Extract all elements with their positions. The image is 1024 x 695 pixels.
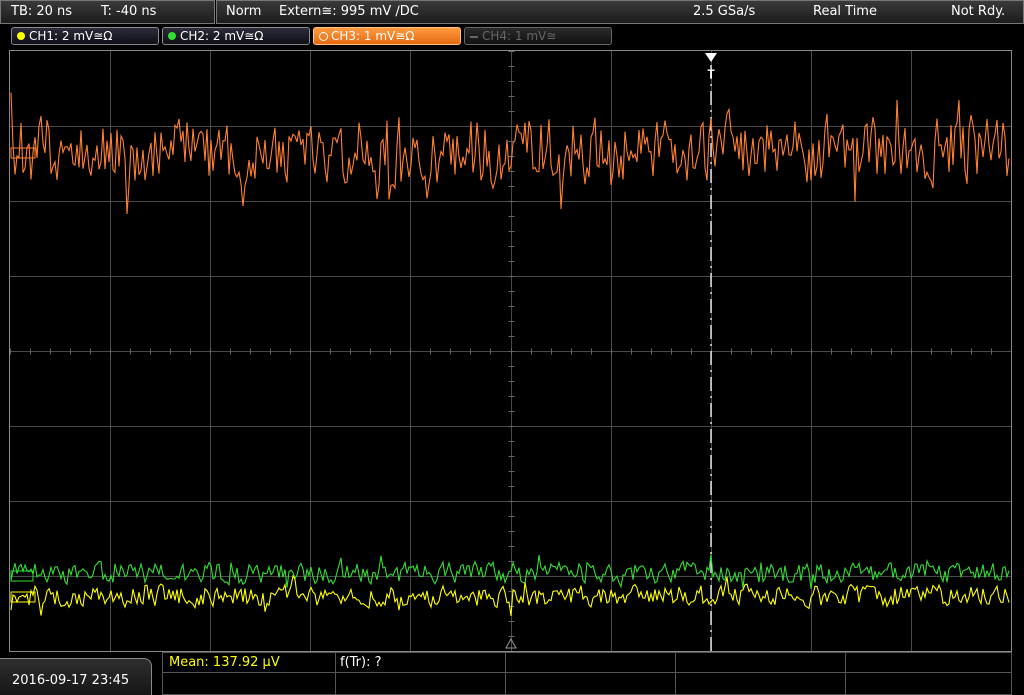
measurement-cell[interactable] [845, 652, 1012, 673]
ch1-waveform [10, 574, 1010, 616]
ch3-button[interactable]: CH3: 1 mV≅Ω [313, 27, 461, 45]
trigger-marker-label: T [707, 67, 715, 81]
ch2-indicator-icon [168, 32, 176, 40]
trigger-source-label: Extern≅: 995 mV ∕DC [279, 4, 419, 19]
waveform-svg: T [10, 51, 1011, 651]
ch4-indicator-icon [470, 36, 478, 38]
ch3-indicator-icon [319, 32, 328, 41]
ch4-label: CH4: 1 mV≅ [482, 29, 557, 43]
ch1-indicator-icon [17, 32, 25, 40]
measurement-cell[interactable]: Mean: 137.92 µV [162, 652, 336, 673]
acquisition-mode-label: Real Time [813, 4, 877, 19]
ch1-button[interactable]: CH1: 2 mV≅Ω [11, 27, 159, 45]
measurement-cell[interactable] [675, 672, 846, 695]
timebase-panel[interactable]: TB: 20 ns T: -40 ns [0, 0, 215, 24]
status-label: Not Rdy. [951, 4, 1006, 19]
ch3-ground-marker-icon[interactable] [10, 147, 36, 159]
ch1-ground-marker-icon[interactable] [10, 591, 36, 603]
ch2-label: CH2: 2 mV≅Ω [180, 29, 264, 43]
timebase-label: TB: 20 ns [11, 4, 73, 19]
measurement-cell[interactable] [845, 672, 1012, 695]
ch3-label: CH3: 1 mV≅Ω [331, 29, 415, 43]
measurement-cell[interactable] [505, 652, 676, 673]
measurement-cell[interactable]: f(Tr): ? [335, 652, 506, 673]
measurement-cell[interactable] [335, 672, 506, 695]
measurement-cell[interactable] [162, 672, 336, 695]
measurement-cell[interactable] [505, 672, 676, 695]
trigger-mode-label: Norm [226, 4, 262, 19]
channel-button-row: CH1: 2 mV≅Ω CH2: 2 mV≅Ω CH3: 1 mV≅Ω CH4:… [0, 26, 1024, 48]
top-status-bar: TB: 20 ns T: -40 ns Norm Extern≅: 995 mV… [0, 0, 1024, 24]
sample-rate-label: 2.5 GSa/s [693, 4, 756, 19]
mean-measurement: Mean: 137.92 µV [169, 655, 280, 670]
ch3-waveform [10, 92, 1010, 215]
waveform-display[interactable]: T [9, 50, 1012, 652]
measurement-table[interactable]: Mean: 137.92 µV f(Tr): ? [162, 652, 1012, 695]
freq-trigger-measurement: f(Tr): ? [340, 655, 382, 670]
bottom-bar: 2016-09-17 23:45 Mean: 137.92 µV f(Tr): … [0, 652, 1024, 695]
ch2-button[interactable]: CH2: 2 mV≅Ω [162, 27, 310, 45]
trigger-panel[interactable]: Norm Extern≅: 995 mV ∕DC 2.5 GSa/s Real … [216, 0, 1024, 24]
trigger-position-icon[interactable] [705, 53, 717, 62]
trigger-position-label: T: -40 ns [101, 4, 157, 19]
datetime-label: 2016-09-17 23:45 [12, 673, 130, 688]
measurement-cell[interactable] [675, 652, 846, 673]
ch4-button[interactable]: CH4: 1 mV≅ [464, 27, 612, 45]
ch1-label: CH1: 2 mV≅Ω [29, 29, 113, 43]
datetime-panel: 2016-09-17 23:45 [0, 658, 152, 695]
